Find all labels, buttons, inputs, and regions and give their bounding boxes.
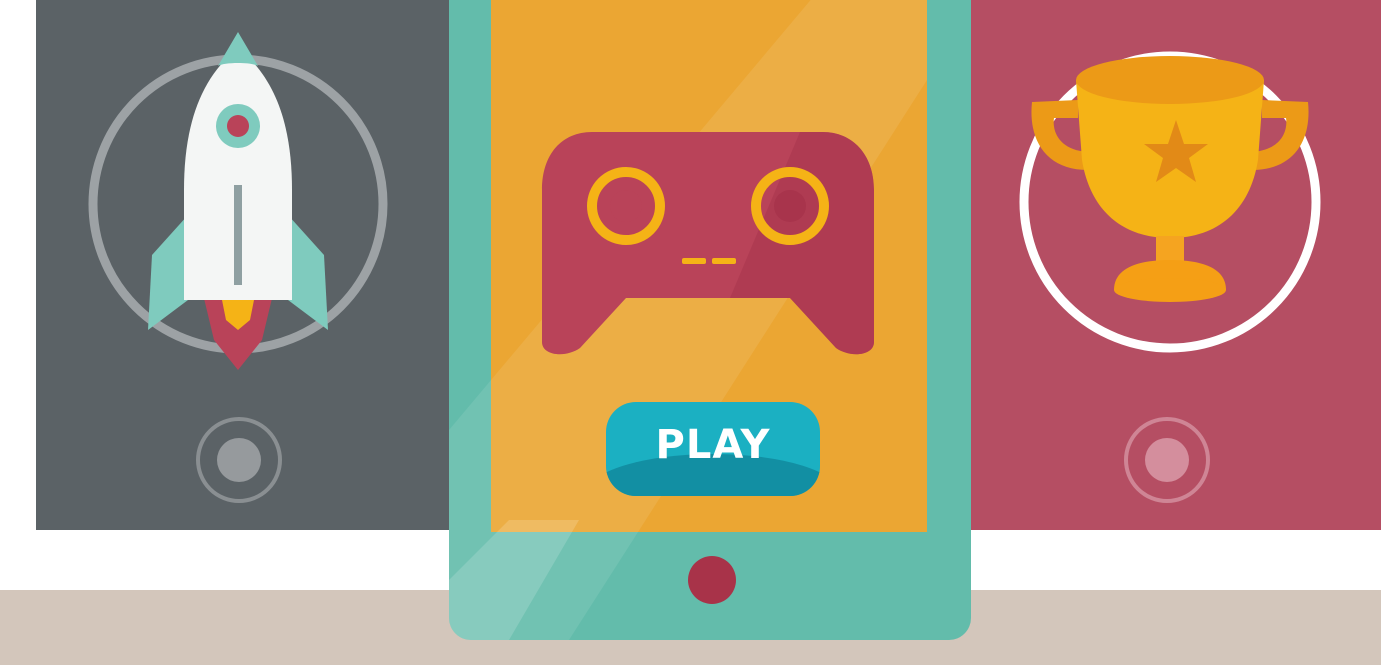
rocket-icon (88, 32, 388, 370)
game-promo-illustration: PLAY (0, 0, 1381, 665)
play-button-label: PLAY (655, 422, 771, 468)
trophy-icon (1019, 51, 1321, 353)
right-phone-home-button[interactable] (1124, 417, 1210, 503)
left-phone-home-button[interactable] (196, 417, 282, 503)
gamepad-icon (542, 132, 874, 355)
tablet-home-button[interactable] (688, 556, 736, 604)
play-button[interactable]: PLAY (606, 402, 820, 496)
